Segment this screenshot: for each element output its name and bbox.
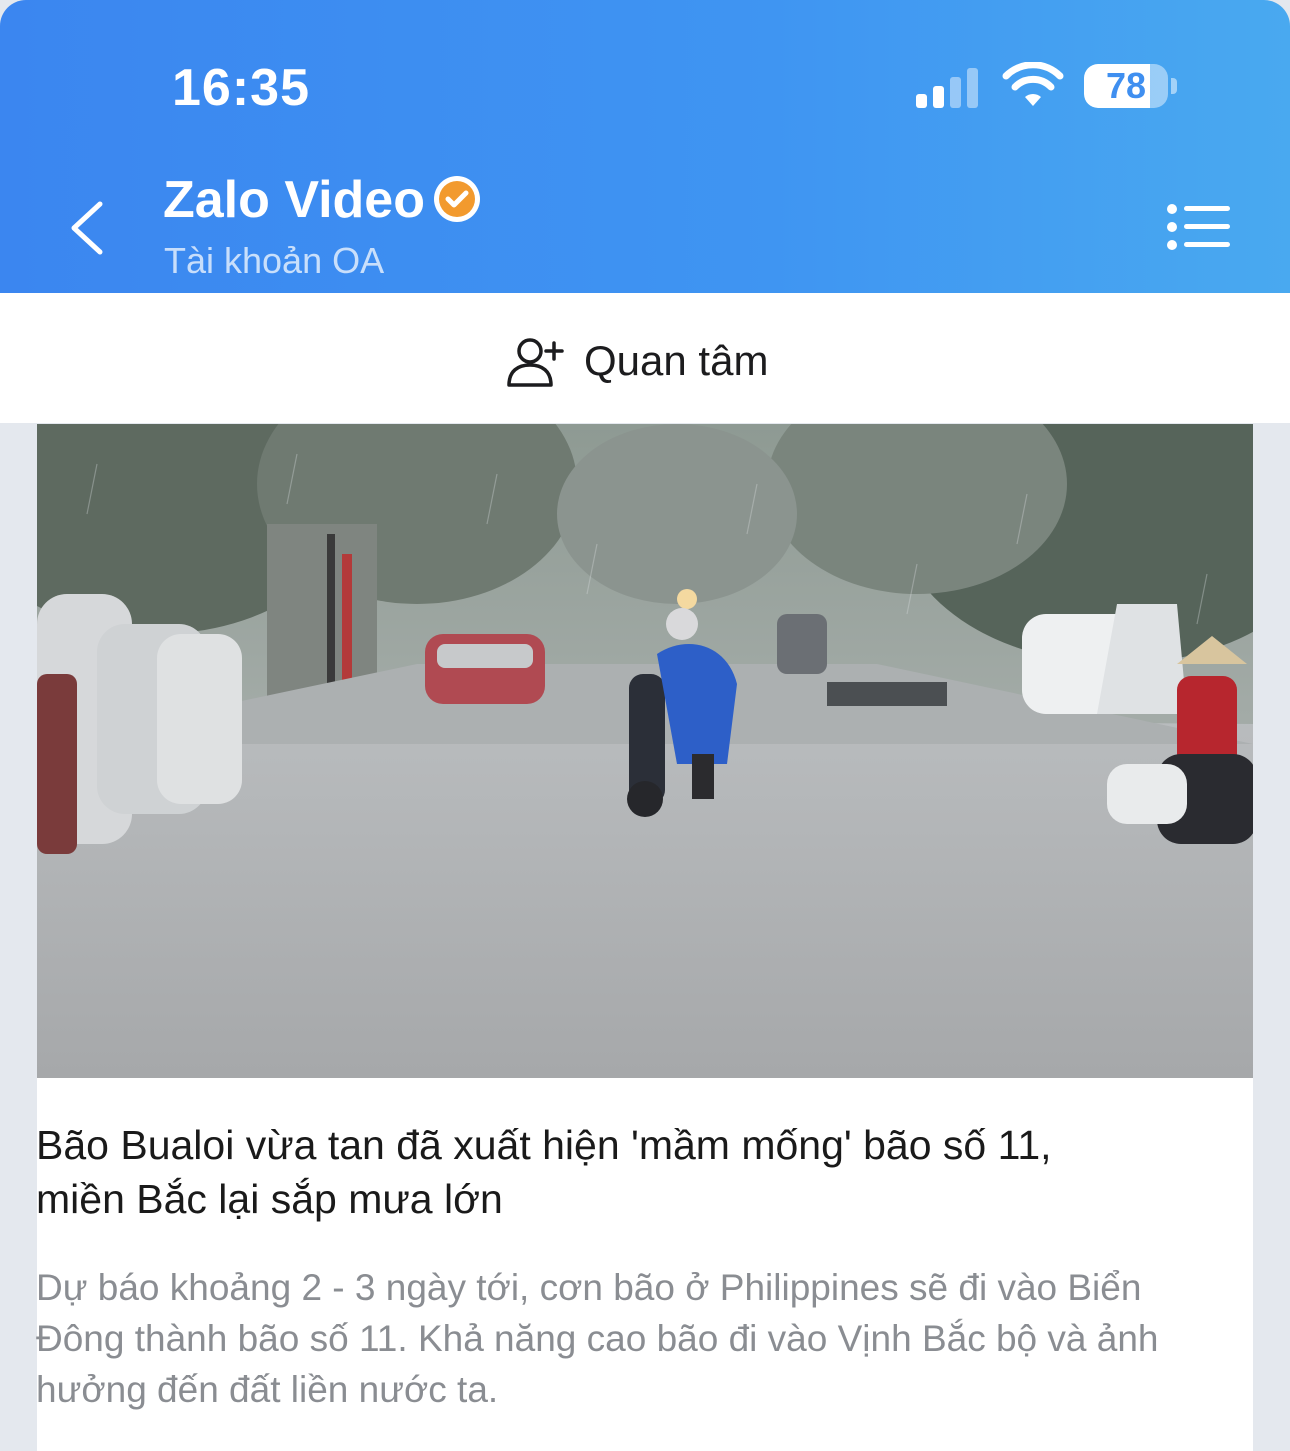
add-user-icon xyxy=(507,338,564,387)
status-time: 16:35 xyxy=(172,59,310,117)
article-description: Dự báo khoảng 2 - 3 ngày tới, cơn bão ở … xyxy=(36,1267,1159,1410)
app-header: 16:35 78 Zalo Video Tài khoản OA xyxy=(0,0,1290,293)
follow-label: Quan tâm xyxy=(584,337,769,384)
cellular-signal-icon xyxy=(916,68,978,108)
battery-icon: 78 xyxy=(1084,64,1168,108)
back-chevron-icon[interactable] xyxy=(60,196,120,260)
battery-cap xyxy=(1171,78,1177,94)
wifi-icon xyxy=(1002,62,1064,106)
list-menu-icon[interactable] xyxy=(1166,202,1232,252)
article-title[interactable]: Bão Bualoi vừa tan đã xuất hiện 'mầm mốn… xyxy=(36,1118,1146,1226)
follow-button[interactable]: Quan tâm xyxy=(506,326,768,396)
flooded-street-photo xyxy=(37,424,1253,1078)
battery-level: 78 xyxy=(1105,65,1147,106)
page-subtitle: Tài khoản OA xyxy=(164,240,385,281)
verified-badge-icon xyxy=(434,176,480,222)
page-title[interactable]: Zalo Video xyxy=(163,170,425,230)
